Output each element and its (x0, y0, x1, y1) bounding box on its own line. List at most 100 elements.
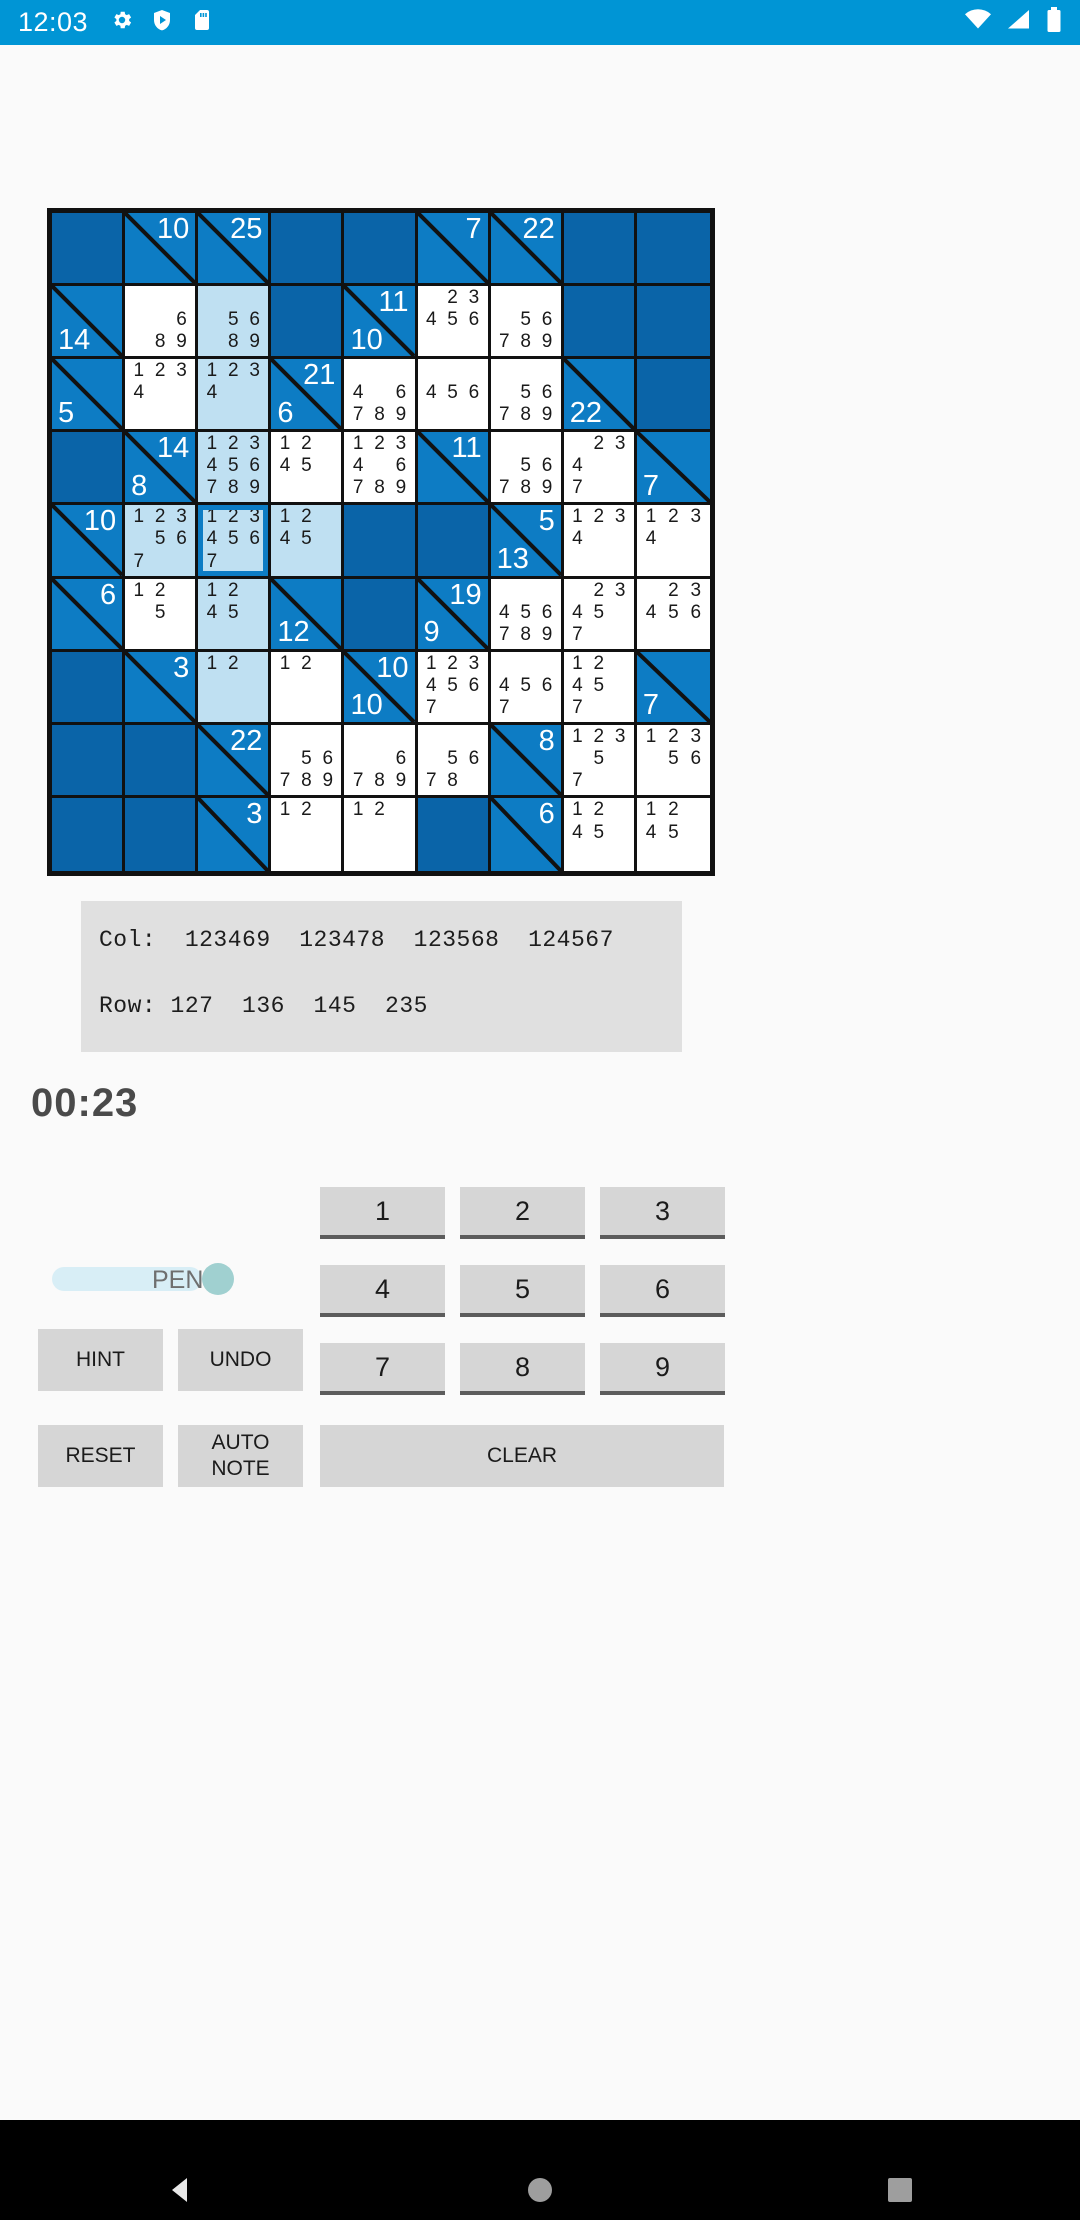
entry-cell[interactable]: 123456789 (636, 724, 710, 798)
note-4: 4 (274, 749, 295, 771)
entry-cell[interactable]: 123456789 (271, 724, 345, 798)
note-7: 7 (421, 332, 442, 354)
clue-cell: 12 (271, 578, 345, 652)
entry-cell[interactable]: 123456789 (417, 651, 491, 725)
note-9: 9 (249, 477, 260, 499)
entry-cell[interactable]: 123456789 (636, 797, 710, 871)
entry-cell[interactable]: 123456789 (344, 432, 418, 506)
entry-cell[interactable]: 123456789 (563, 578, 637, 652)
entry-cell[interactable]: 123456789 (490, 359, 564, 433)
note-3: 3 (395, 433, 407, 455)
blank-cell (417, 797, 491, 871)
entry-cell[interactable]: 123456789 (198, 578, 272, 652)
keypad-button-5[interactable]: 5 (460, 1265, 585, 1317)
note-6: 6 (610, 603, 631, 625)
entry-cell[interactable]: 123456789 (198, 651, 272, 725)
entry-cell[interactable]: 123456789 (636, 578, 710, 652)
pen-toggle-label: PEN (152, 1266, 204, 1294)
note-7: 7 (499, 404, 510, 426)
blank-cell (636, 359, 710, 433)
keypad-button-2[interactable]: 2 (460, 1187, 585, 1239)
note-6: 6 (171, 603, 192, 625)
entry-cell[interactable]: 123456789 (417, 286, 491, 360)
note-1: 1 (279, 798, 291, 820)
entry-cell[interactable]: 123456789 (417, 724, 491, 798)
entry-cell[interactable]: 123456789 (125, 286, 199, 360)
entry-cell[interactable]: 123456789 (417, 359, 491, 433)
entry-cell[interactable]: 123456789 (344, 797, 418, 871)
clue-row-sum: 14 (58, 323, 91, 356)
note-6: 6 (395, 382, 407, 404)
entry-cell[interactable]: 123456789 (271, 505, 345, 579)
back-triangle-icon[interactable] (163, 2173, 197, 2212)
entry-cell[interactable]: 123456789 (271, 651, 345, 725)
entry-cell[interactable]: 123456789 (563, 724, 637, 798)
number-keypad[interactable]: 123 456 789 (320, 1187, 725, 1395)
note-5: 5 (520, 674, 531, 696)
note-5: 5 (520, 601, 531, 623)
entry-cell[interactable]: 123456789 (490, 578, 564, 652)
entry-cell[interactable]: 123456789 (563, 505, 637, 579)
note-3: 3 (249, 506, 260, 528)
note-3: 3 (317, 727, 338, 749)
entry-cell[interactable]: 123456789 (344, 359, 418, 433)
keypad-button-3[interactable]: 3 (600, 1187, 725, 1239)
note-3: 3 (690, 579, 702, 601)
pen-toggle-thumb[interactable] (202, 1263, 234, 1295)
blank-cell (125, 724, 199, 798)
entry-cell[interactable]: 123456789 (198, 432, 272, 506)
note-5: 5 (447, 382, 458, 404)
entry-cell[interactable]: 123456789 (563, 432, 637, 506)
entry-cell[interactable]: 123456789 (636, 505, 710, 579)
entry-cell[interactable]: 123456789 (490, 432, 564, 506)
entry-cell[interactable]: 123456789 (563, 797, 637, 871)
note-6: 6 (610, 456, 631, 478)
clue-column-sum: 14 (156, 432, 190, 465)
undo-button[interactable]: UNDO (178, 1329, 303, 1391)
note-1: 1 (201, 288, 222, 310)
hint-button[interactable]: HINT (38, 1329, 163, 1391)
kakuro-grid[interactable]: 1025722141234567891234567891110123456789… (47, 208, 715, 876)
note-9: 9 (171, 552, 192, 574)
clue-cell: 3 (198, 797, 272, 871)
entry-cell[interactable]: 123456789 (271, 797, 345, 871)
note-9: 9 (317, 846, 338, 869)
entry-cell[interactable]: 123456789 (490, 286, 564, 360)
note-3: 3 (249, 433, 260, 455)
reset-button[interactable]: RESET (38, 1425, 163, 1487)
entry-cell[interactable]: 123456789 (198, 359, 272, 433)
note-5: 5 (301, 528, 312, 550)
entry-cell[interactable]: 123456789 (125, 505, 199, 579)
selected-cell[interactable]: 123 456 789 (198, 505, 272, 579)
note-9: 9 (536, 698, 557, 720)
entry-cell[interactable]: 123456789 (490, 651, 564, 725)
note-6: 6 (317, 529, 338, 551)
note-8: 8 (442, 405, 463, 427)
keypad-button-6[interactable]: 6 (600, 1265, 725, 1317)
entry-cell[interactable]: 123456789 (271, 432, 345, 506)
entry-cell[interactable]: 123456789 (344, 724, 418, 798)
clue-cell: 22 (490, 213, 564, 287)
recents-square-icon[interactable] (883, 2173, 917, 2212)
entry-cell[interactable]: 123456789 (563, 651, 637, 725)
note-2: 2 (301, 652, 312, 674)
keypad-button-7[interactable]: 7 (320, 1343, 445, 1395)
home-circle-icon[interactable] (523, 2173, 557, 2212)
note-3: 3 (463, 361, 484, 383)
cell-notes: 123456 789 (491, 359, 561, 429)
keypad-button-4[interactable]: 4 (320, 1265, 445, 1317)
entry-cell[interactable]: 123456789 (198, 286, 272, 360)
note-9: 9 (317, 698, 338, 720)
auto-note-button[interactable]: AUTO NOTE (178, 1425, 303, 1487)
note-2: 2 (369, 361, 390, 383)
keypad-button-9[interactable]: 9 (600, 1343, 725, 1395)
note-8: 8 (296, 846, 317, 869)
clear-button[interactable]: CLEAR (320, 1425, 724, 1487)
pen-mode-toggle[interactable]: PEN (52, 1263, 234, 1295)
keypad-button-8[interactable]: 8 (460, 1343, 585, 1395)
entry-cell[interactable]: 123456789 (125, 359, 199, 433)
note-8: 8 (588, 552, 609, 574)
keypad-button-1[interactable]: 1 (320, 1187, 445, 1239)
note-7: 7 (572, 769, 583, 791)
entry-cell[interactable]: 123456789 (125, 578, 199, 652)
